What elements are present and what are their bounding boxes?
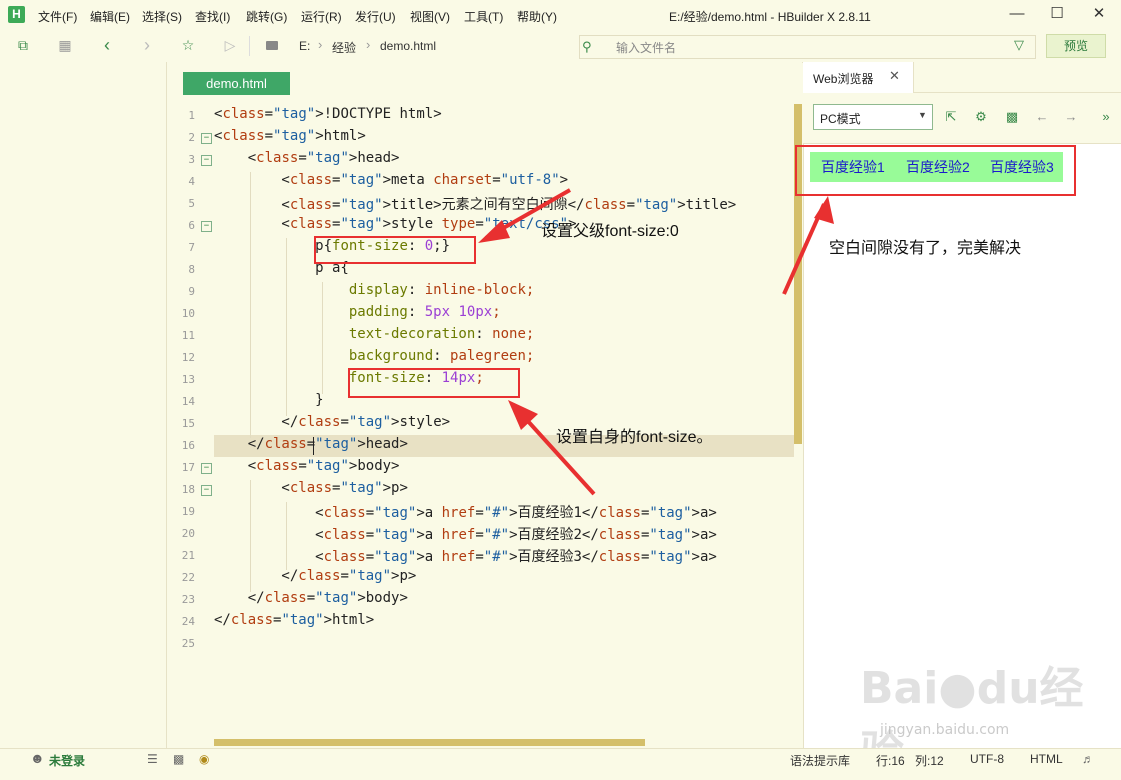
list-icon[interactable]: ☰ (147, 752, 158, 766)
terminal-icon[interactable]: ▩ (173, 752, 184, 766)
baidu-watermark-url: jingyan.baidu.com (880, 722, 1010, 738)
user-icon: ☻ (30, 750, 45, 766)
annotation-parent-text: 设置父级font-size:0 (541, 223, 679, 240)
globe-icon[interactable]: ◉ (199, 752, 209, 766)
cursor-col[interactable]: 列:12 (915, 752, 944, 769)
login-status[interactable]: 未登录 (49, 752, 85, 769)
cursor-row[interactable]: 行:16 (876, 752, 905, 769)
bell-icon[interactable]: ♬ (1082, 752, 1094, 766)
annotation-self-text: 设置自身的font-size。 (556, 429, 713, 446)
encoding-selector[interactable]: UTF-8 (970, 752, 1004, 766)
status-bar (0, 748, 1121, 773)
language-selector[interactable]: HTML (1030, 752, 1063, 766)
syntax-lib-link[interactable]: 语法提示库 (790, 752, 850, 769)
annotation-result-text: 空白间隙没有了，完美解决 (829, 240, 1022, 257)
arrow-head-parent (478, 220, 510, 243)
